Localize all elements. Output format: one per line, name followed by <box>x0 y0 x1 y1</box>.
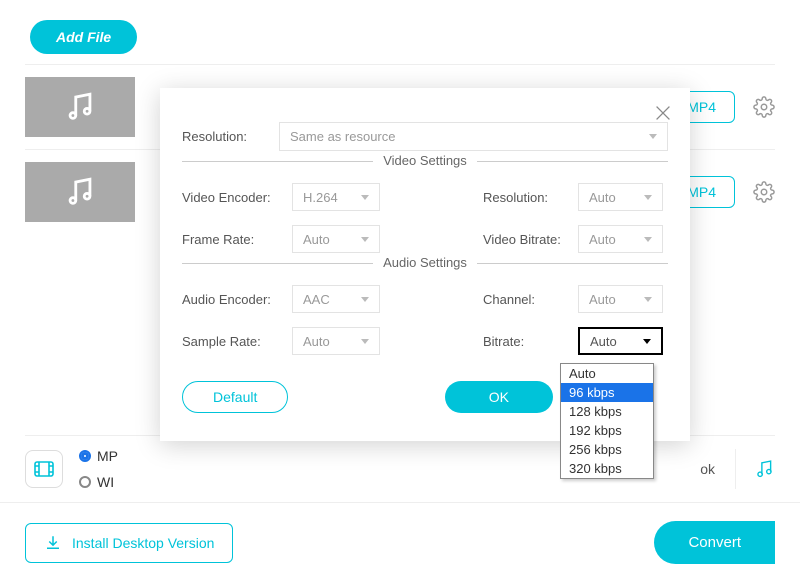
chevron-down-icon <box>361 195 369 200</box>
audio-bitrate-select[interactable]: Auto <box>578 327 663 355</box>
sample-rate-label: Sample Rate: <box>182 334 292 349</box>
chevron-down-icon <box>644 195 652 200</box>
audio-format-icon[interactable] <box>735 449 775 489</box>
select-value: Same as resource <box>290 129 396 144</box>
radio-icon <box>79 450 91 462</box>
footer: Install Desktop Version Convert <box>0 502 800 582</box>
audio-encoder-label: Audio Encoder: <box>182 292 292 307</box>
video-resolution-label: Resolution: <box>483 190 578 205</box>
format-radios: MP WI <box>79 448 118 490</box>
topbar: Add File <box>0 0 800 64</box>
frame-rate-label: Frame Rate: <box>182 232 292 247</box>
gear-icon[interactable] <box>753 96 775 118</box>
bitrate-option[interactable]: Auto <box>561 364 653 383</box>
close-button[interactable] <box>652 102 674 124</box>
radio-mp[interactable]: MP <box>79 448 118 464</box>
video-encoder-label: Video Encoder: <box>182 190 292 205</box>
close-icon <box>652 102 674 124</box>
music-note-icon <box>63 175 97 209</box>
video-resolution-select[interactable]: Auto <box>578 183 663 211</box>
video-encoder-select[interactable]: H.264 <box>292 183 380 211</box>
add-file-button[interactable]: Add File <box>30 20 137 54</box>
install-label: Install Desktop Version <box>72 535 214 551</box>
audio-encoder-select[interactable]: AAC <box>292 285 380 313</box>
chevron-down-icon <box>643 339 651 344</box>
chevron-down-icon <box>649 134 657 139</box>
install-desktop-button[interactable]: Install Desktop Version <box>25 523 233 563</box>
gear-icon[interactable] <box>753 181 775 203</box>
radio-icon <box>79 476 91 488</box>
frame-rate-select[interactable]: Auto <box>292 225 380 253</box>
bitrate-option[interactable]: 192 kbps <box>561 421 653 440</box>
chevron-down-icon <box>644 237 652 242</box>
bitrate-option[interactable]: 128 kbps <box>561 402 653 421</box>
music-note-icon <box>63 90 97 124</box>
video-bitrate-label: Video Bitrate: <box>483 232 578 247</box>
file-thumbnail <box>25 77 135 137</box>
radio-label: MP <box>97 448 118 464</box>
file-thumbnail <box>25 162 135 222</box>
radio-w[interactable]: WI <box>79 474 118 490</box>
default-button[interactable]: Default <box>182 381 288 413</box>
audio-settings-header: Audio Settings <box>182 263 668 279</box>
bitrate-option[interactable]: 320 kbps <box>561 459 653 478</box>
channel-select[interactable]: Auto <box>578 285 663 313</box>
bitrate-option[interactable]: 96 kbps <box>561 383 653 402</box>
ok-button[interactable]: OK <box>445 381 553 413</box>
chevron-down-icon <box>361 237 369 242</box>
download-icon <box>44 534 62 552</box>
video-bitrate-select[interactable]: Auto <box>578 225 663 253</box>
format-bar: MP WI ok <box>25 435 775 490</box>
radio-label: WI <box>97 474 114 490</box>
convert-button[interactable]: Convert <box>654 521 775 564</box>
bitrate-option[interactable]: 256 kbps <box>561 440 653 459</box>
chevron-down-icon <box>361 339 369 344</box>
audio-bitrate-dropdown[interactable]: Auto96 kbps128 kbps192 kbps256 kbps320 k… <box>560 363 654 479</box>
truncated-text: ok <box>700 461 715 477</box>
channel-label: Channel: <box>483 292 578 307</box>
chevron-down-icon <box>361 297 369 302</box>
resolution-select[interactable]: Same as resource <box>279 122 668 151</box>
audio-bitrate-label: Bitrate: <box>483 334 578 349</box>
video-settings-header: Video Settings <box>182 161 668 177</box>
resolution-label: Resolution: <box>182 129 267 144</box>
sample-rate-select[interactable]: Auto <box>292 327 380 355</box>
video-format-icon[interactable] <box>25 450 63 488</box>
chevron-down-icon <box>644 297 652 302</box>
